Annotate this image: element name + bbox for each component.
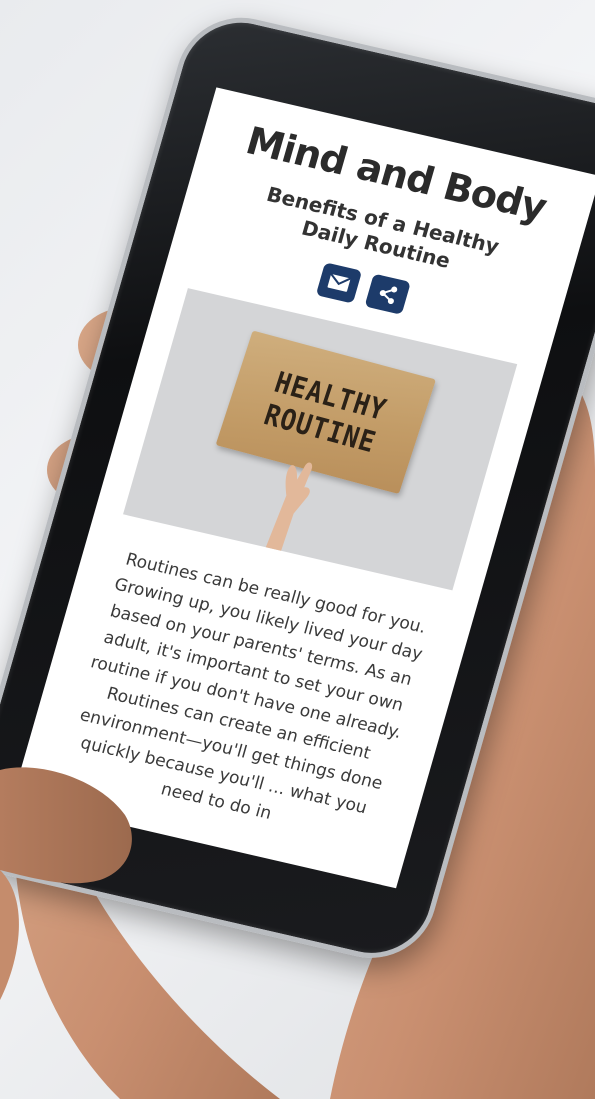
thumb — [0, 767, 132, 1000]
photo-scene: Mind and Body Benefits of a Healthy Dail… — [0, 0, 595, 1099]
